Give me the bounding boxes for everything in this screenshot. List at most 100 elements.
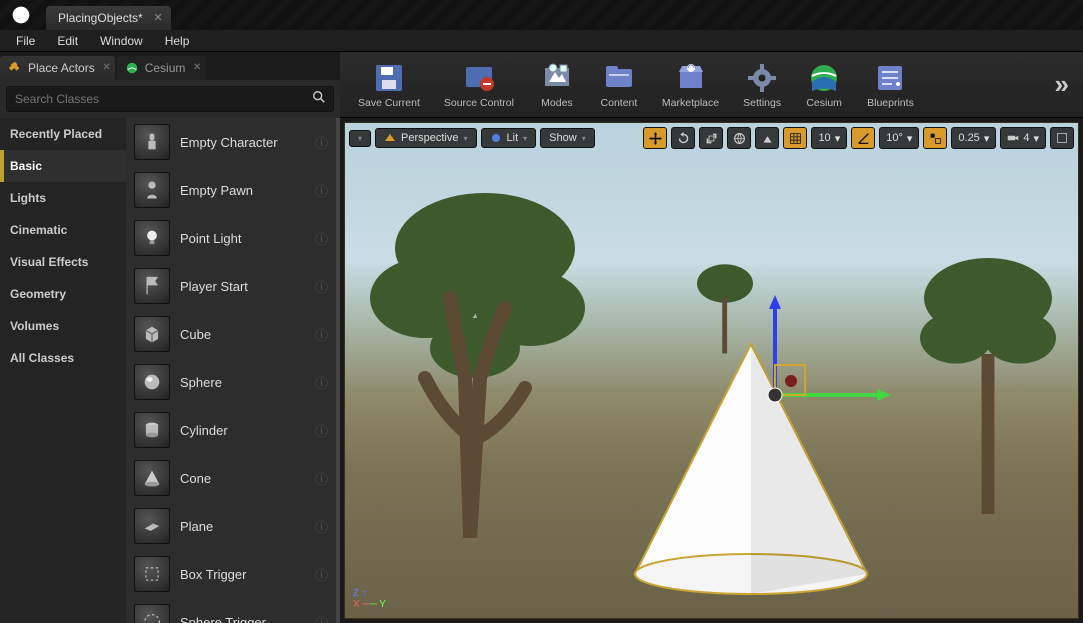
viewport[interactable]: Z ↑ X ── Y ▾ Perspective▾ Lit▾ Show▾: [344, 122, 1079, 619]
category-all-classes[interactable]: All Classes: [0, 342, 126, 374]
tab-label: Place Actors: [28, 61, 95, 75]
actor-sphere-trigger[interactable]: Sphere Triggerⓘ: [126, 598, 336, 623]
cesium-icon: [807, 61, 841, 95]
actor-empty-character[interactable]: Empty Characterⓘ: [126, 118, 336, 166]
category-lights[interactable]: Lights: [0, 182, 126, 214]
perspective-dropdown[interactable]: Perspective▾: [375, 128, 477, 148]
angle-snap-value[interactable]: 10°▾: [879, 127, 919, 149]
project-title: PlacingObjects*: [58, 11, 143, 25]
info-icon[interactable]: ⓘ: [315, 565, 328, 584]
chip-label: Show: [549, 132, 577, 144]
transform-gizmo[interactable]: [755, 295, 895, 418]
toolbar-cesium-button[interactable]: Cesium: [795, 57, 853, 113]
actor-cylinder[interactable]: Cylinderⓘ: [126, 406, 336, 454]
category-recently-placed[interactable]: Recently Placed: [0, 118, 126, 150]
settings-icon: [745, 61, 779, 95]
actor-label: Plane: [180, 519, 305, 534]
panel-tabs: Place Actors ✕ Cesium ✕: [0, 52, 340, 80]
scale-snap-toggle[interactable]: [923, 127, 947, 149]
camera-speed[interactable]: 4▾: [1000, 127, 1046, 149]
info-icon[interactable]: ⓘ: [315, 229, 328, 248]
actor-box-trigger[interactable]: Box Triggerⓘ: [126, 550, 336, 598]
toolbar-label: Content: [601, 97, 638, 109]
maximize-viewport-button[interactable]: [1050, 127, 1074, 149]
viewport-options-button[interactable]: ▾: [349, 130, 371, 147]
cone-icon: [134, 460, 170, 496]
close-icon[interactable]: ✕: [102, 62, 110, 73]
content-icon: [602, 61, 636, 95]
toolbar-save-button[interactable]: Save Current: [348, 57, 430, 113]
angle-snap-toggle[interactable]: [851, 127, 875, 149]
viewport-toolbar: ▾ Perspective▾ Lit▾ Show▾: [349, 127, 1074, 149]
toolbar-label: Source Control: [444, 97, 514, 109]
axis-indicator: Z ↑ X ── Y: [353, 588, 386, 610]
pawn-icon: [134, 172, 170, 208]
info-icon[interactable]: ⓘ: [315, 133, 328, 152]
category-volumes[interactable]: Volumes: [0, 310, 126, 342]
project-title-tab[interactable]: PlacingObjects* ✕: [46, 6, 171, 30]
info-icon[interactable]: ⓘ: [315, 373, 328, 392]
toolbar-modes-button[interactable]: Modes: [528, 57, 586, 113]
coord-space-button[interactable]: [727, 127, 751, 149]
menu-edit[interactable]: Edit: [47, 31, 88, 51]
close-icon[interactable]: ✕: [154, 11, 163, 24]
toolbar-market-button[interactable]: Marketplace: [652, 57, 729, 113]
toolbar-overflow-icon[interactable]: »: [1049, 69, 1075, 100]
actor-label: Cone: [180, 471, 305, 486]
toolbar-blueprints-button[interactable]: Blueprints: [857, 57, 924, 113]
sphere-icon: [134, 364, 170, 400]
actor-plane[interactable]: Plane ⓘ: [126, 502, 336, 550]
toolbar-content-button[interactable]: Content: [590, 57, 648, 113]
actor-label: Point Light: [180, 231, 305, 246]
menu-window[interactable]: Window: [90, 31, 153, 51]
place-actors-panel: Place Actors ✕ Cesium ✕ Recently PlacedB…: [0, 52, 340, 623]
scale-snap-value[interactable]: 0.25▾: [951, 127, 996, 149]
titlebar: PlacingObjects* ✕: [0, 0, 1083, 30]
grid-snap-toggle[interactable]: [783, 127, 807, 149]
info-icon[interactable]: ⓘ: [315, 469, 328, 488]
spheretrigger-icon: [134, 604, 170, 623]
actor-label: Sphere: [180, 375, 305, 390]
category-geometry[interactable]: Geometry: [0, 278, 126, 310]
search-classes: [6, 86, 334, 112]
actor-empty-pawn[interactable]: Empty Pawnⓘ: [126, 166, 336, 214]
category-visual-effects[interactable]: Visual Effects: [0, 246, 126, 278]
search-icon[interactable]: [312, 90, 326, 107]
menu-help[interactable]: Help: [155, 31, 200, 51]
close-icon[interactable]: ✕: [193, 62, 201, 73]
category-cinematic[interactable]: Cinematic: [0, 214, 126, 246]
info-icon[interactable]: ⓘ: [315, 181, 328, 200]
grid-snap-value[interactable]: 10▾: [811, 127, 847, 149]
scene-tree: [355, 178, 595, 538]
info-icon[interactable]: ⓘ: [315, 613, 328, 623]
chip-label: Perspective: [401, 132, 458, 144]
flag-icon: [134, 268, 170, 304]
search-input[interactable]: [6, 86, 334, 112]
surface-snap-button[interactable]: [755, 127, 779, 149]
toolbar-label: Cesium: [806, 97, 842, 109]
scale-mode-button[interactable]: [699, 127, 723, 149]
info-icon[interactable]: ⓘ: [315, 325, 328, 344]
rotate-mode-button[interactable]: [671, 127, 695, 149]
info-icon[interactable]: ⓘ: [315, 421, 328, 440]
toolbar-source-button[interactable]: Source Control: [434, 57, 524, 113]
translate-mode-button[interactable]: [643, 127, 667, 149]
tab-cesium[interactable]: Cesium ✕: [117, 56, 206, 80]
actor-cone[interactable]: Cone ⓘ: [126, 454, 336, 502]
menu-file[interactable]: File: [6, 31, 45, 51]
tab-place-actors[interactable]: Place Actors ✕: [0, 56, 115, 80]
actor-cube[interactable]: Cubeⓘ: [126, 310, 336, 358]
actor-player-start[interactable]: Player Startⓘ: [126, 262, 336, 310]
info-icon[interactable]: ⓘ: [315, 277, 328, 296]
lit-dropdown[interactable]: Lit▾: [481, 128, 537, 148]
light-icon: [134, 220, 170, 256]
info-icon[interactable]: ⓘ: [315, 517, 328, 536]
show-dropdown[interactable]: Show▾: [540, 128, 595, 148]
actor-point-light[interactable]: Point Light ⓘ: [126, 214, 336, 262]
chip-label: Lit: [507, 132, 519, 144]
main-toolbar: Save Current Source Control Modes Content Ma…: [340, 52, 1083, 118]
unreal-logo-icon: [6, 0, 36, 30]
category-basic[interactable]: Basic: [0, 150, 126, 182]
actor-sphere[interactable]: Sphere ⓘ: [126, 358, 336, 406]
toolbar-settings-button[interactable]: Settings: [733, 57, 791, 113]
